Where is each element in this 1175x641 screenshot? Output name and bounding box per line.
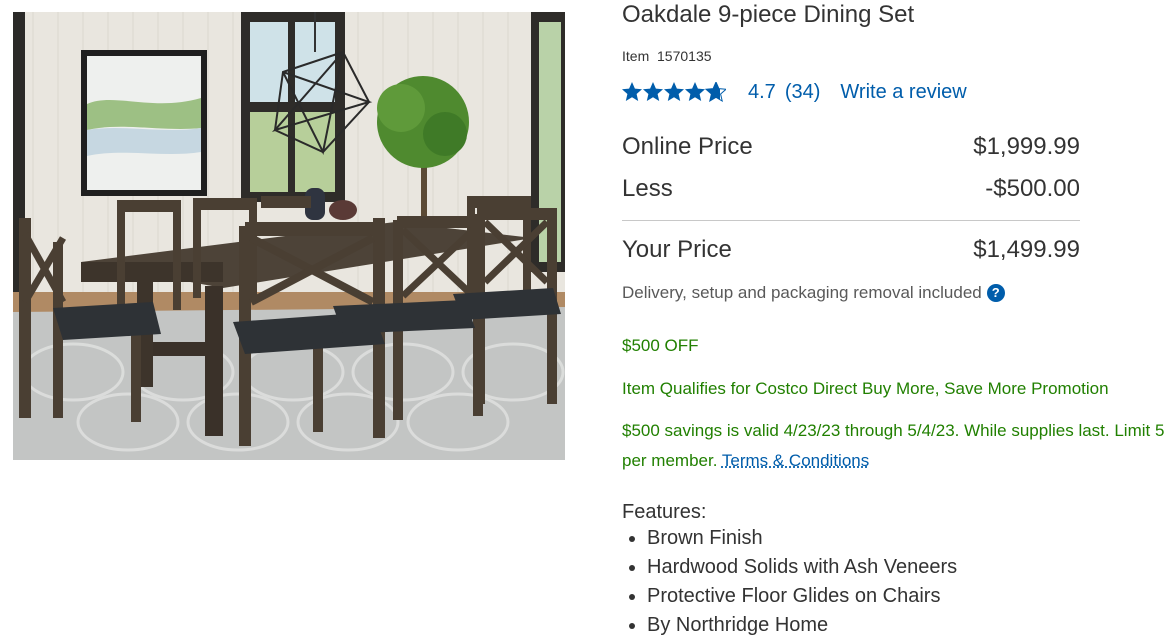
promo-validity-text: $500 savings is valid 4/23/23 through 5/… — [622, 421, 1165, 470]
feature-item: Protective Floor Glides on Chairs — [647, 582, 957, 611]
promo-validity: $500 savings is valid 4/23/23 through 5/… — [622, 416, 1175, 476]
item-number-value: 1570135 — [657, 48, 712, 64]
product-title: Oakdale 9-piece Dining Set — [622, 1, 915, 28]
review-count[interactable]: (34) — [785, 81, 821, 104]
terms-conditions-link[interactable]: Terms & Conditions — [722, 451, 869, 470]
write-review-link[interactable]: Write a review — [840, 81, 966, 104]
online-price-row: Online Price $1,999.99 — [622, 133, 1080, 161]
features-section: Features: Brown Finish Hardwood Solids w… — [622, 500, 957, 640]
discount-row: Less -$500.00 — [622, 175, 1080, 203]
item-label: Item — [622, 48, 650, 64]
star-rating[interactable] — [622, 82, 726, 102]
star-icons — [622, 82, 726, 102]
features-heading: Features: — [622, 501, 707, 523]
dining-set-photo — [13, 12, 565, 460]
price-divider — [622, 220, 1080, 221]
delivery-text: Delivery, setup and packaging removal in… — [622, 283, 982, 302]
star-icon — [685, 82, 705, 101]
promo-off: $500 OFF — [622, 336, 699, 355]
product-image[interactable] — [13, 12, 565, 460]
star-icon — [622, 82, 642, 101]
star-icon — [643, 82, 663, 101]
online-price-value: $1,999.99 — [973, 133, 1080, 160]
star-icon — [664, 82, 684, 101]
rating-row: 4.7 (34) Write a review — [622, 79, 967, 105]
feature-item: By Northridge Home — [647, 611, 957, 640]
your-price-value: $1,499.99 — [973, 236, 1080, 263]
your-price-label: Your Price — [622, 236, 732, 263]
help-icon[interactable]: ? — [986, 284, 1005, 302]
feature-item: Hardwood Solids with Ash Veneers — [647, 553, 957, 582]
rating-value[interactable]: 4.7 — [748, 81, 776, 104]
less-value: -$500.00 — [985, 175, 1080, 202]
promo-qualifies: Item Qualifies for Costco Direct Buy Mor… — [622, 379, 1109, 398]
star-half-icon — [705, 82, 726, 102]
features-list: Brown Finish Hardwood Solids with Ash Ve… — [622, 524, 957, 640]
product-page: Oakdale 9-piece Dining Set Item 1570135 — [0, 0, 1175, 641]
item-number: Item 1570135 — [622, 47, 712, 65]
your-price-row: Your Price $1,499.99 — [622, 236, 1080, 264]
feature-item: Brown Finish — [647, 524, 957, 553]
online-price-label: Online Price — [622, 133, 753, 160]
less-label: Less — [622, 175, 673, 202]
delivery-note: Delivery, setup and packaging removal in… — [622, 282, 1005, 304]
